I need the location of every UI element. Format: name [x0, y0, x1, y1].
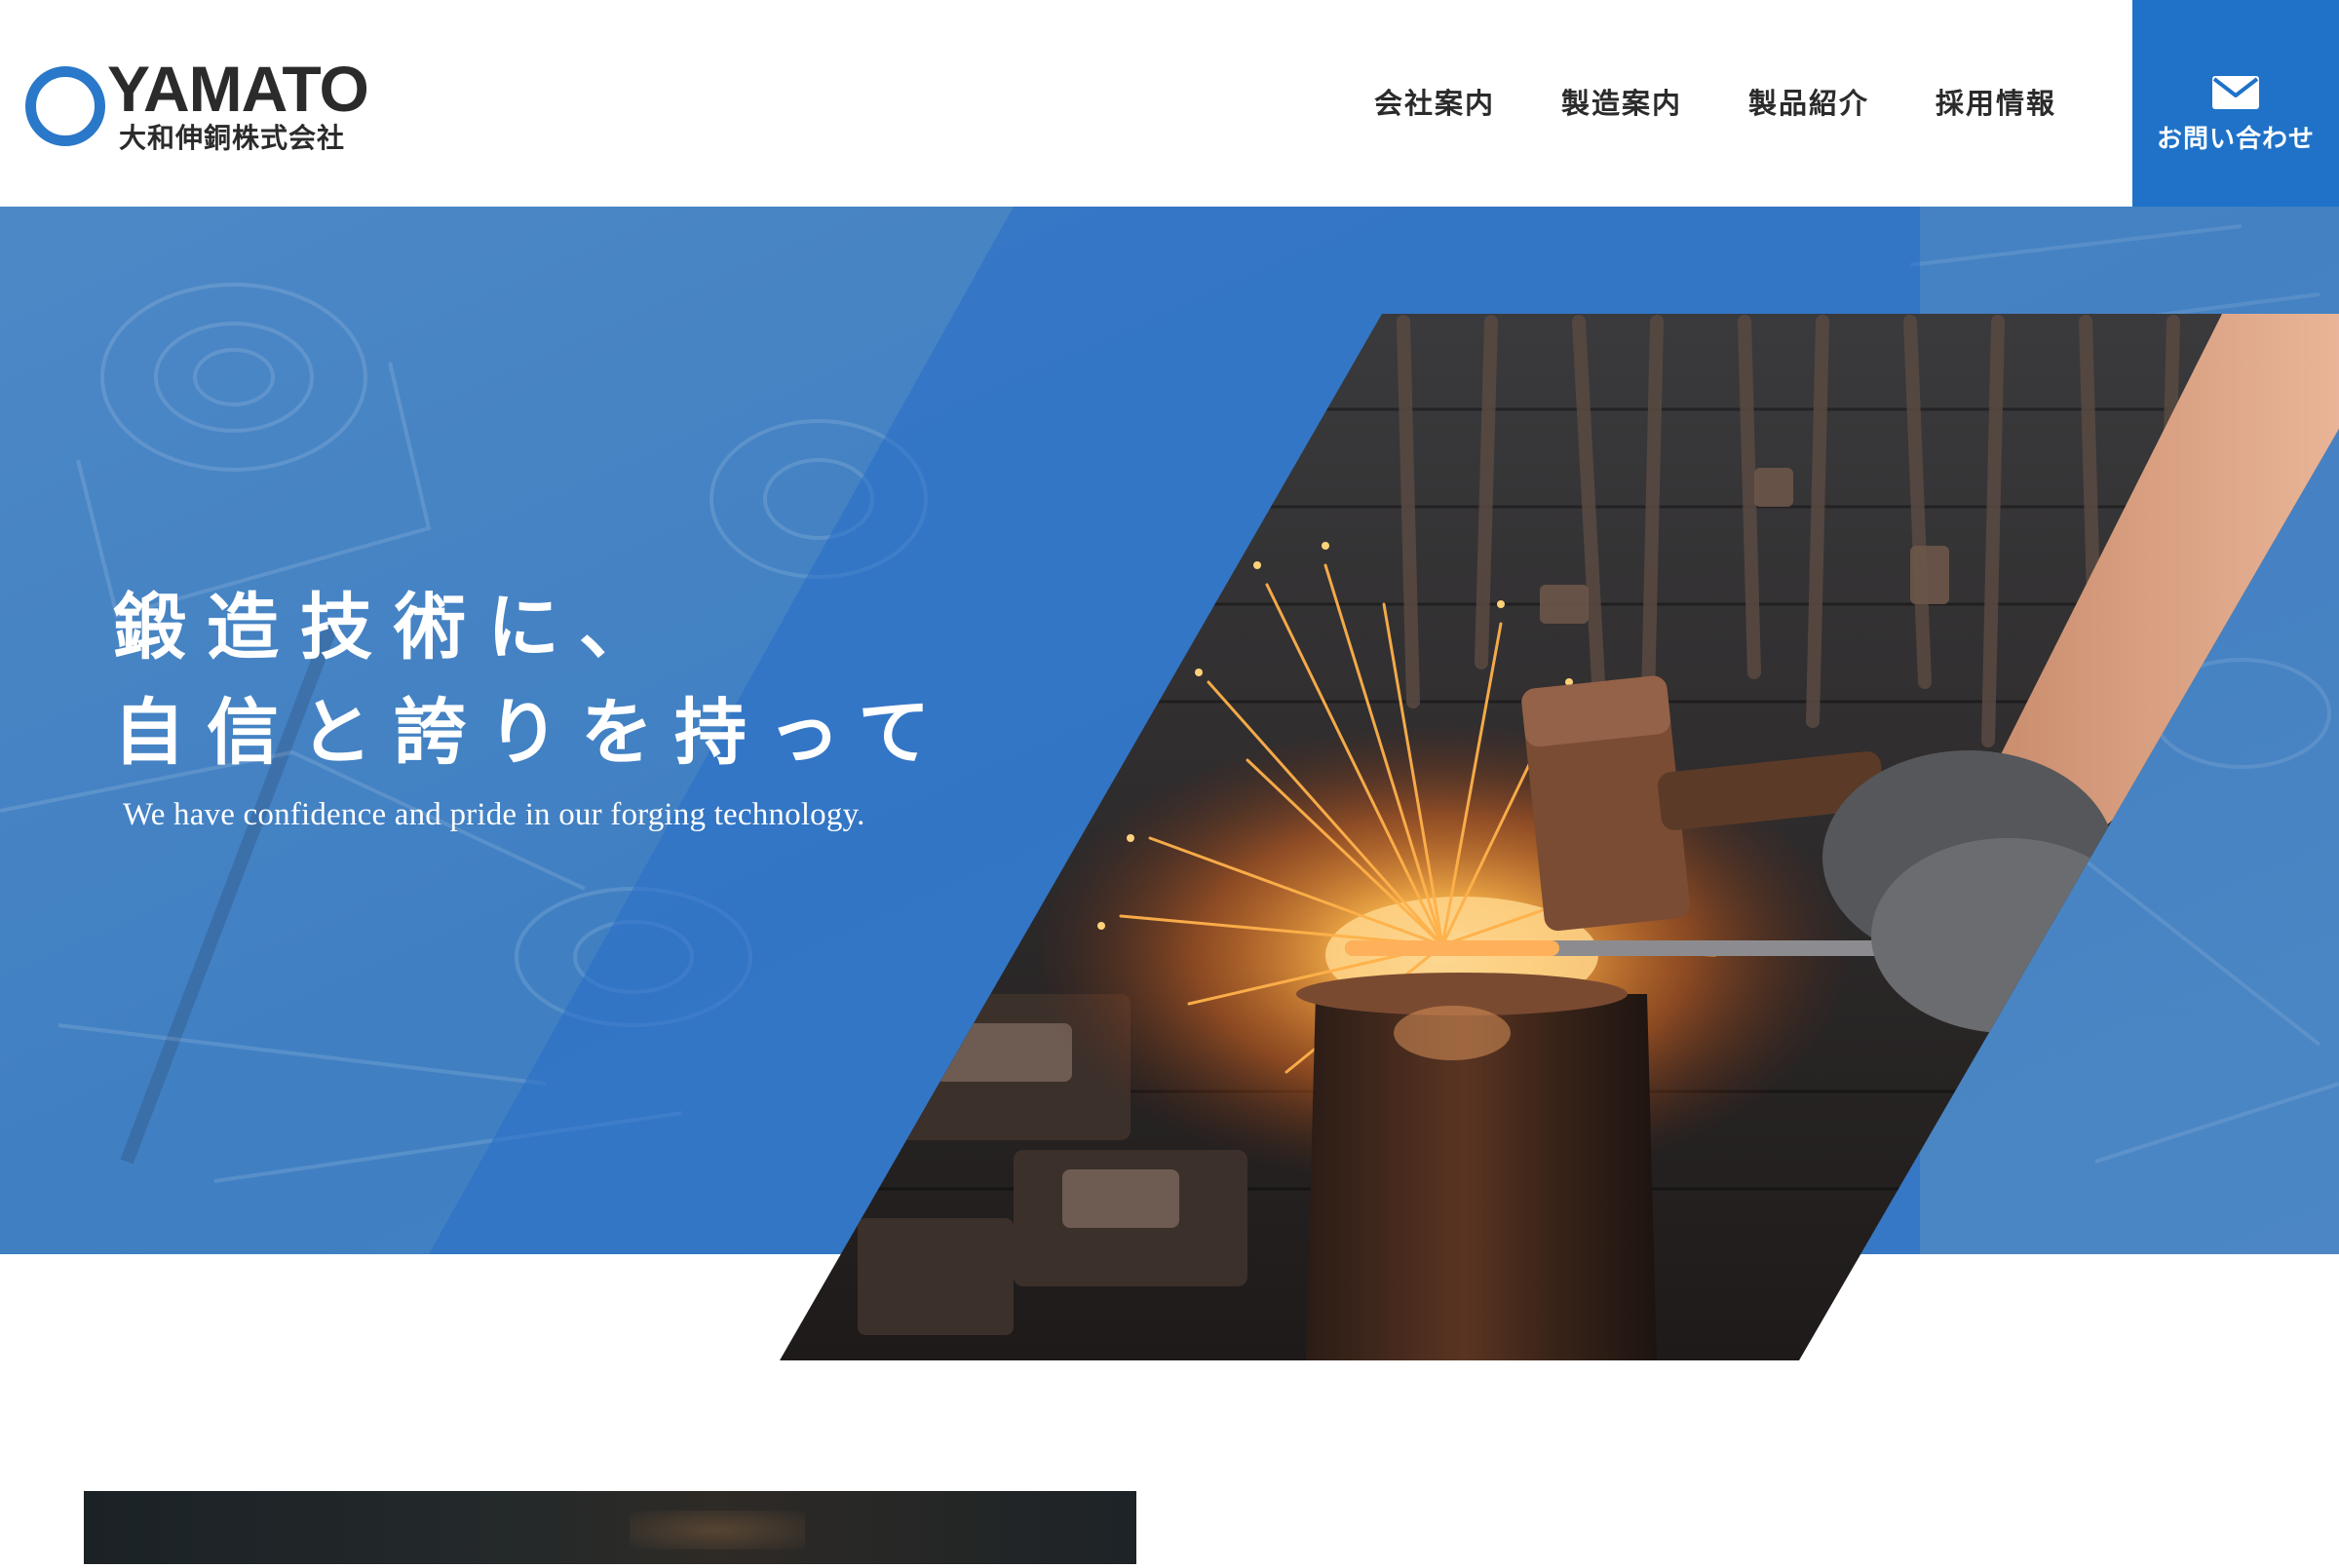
hero-copy: 鍛造技術に、 自信と誇りを持って We have confidence and … — [113, 575, 951, 833]
contact-button[interactable]: お問い合わせ — [2132, 0, 2339, 207]
nav-item-products[interactable]: 製品紹介 — [1748, 90, 1869, 118]
logo-name-ja: 大和伸銅株式会社 — [119, 122, 346, 154]
hero-headline-line2: 自信と誇りを持って — [113, 691, 952, 775]
hero-section: 鍛造技術に、 自信と誇りを持って We have confidence and … — [0, 207, 2339, 1254]
nav-item-company[interactable]: 会社案内 — [1374, 90, 1495, 118]
global-nav: 会社案内 製造案内 製品紹介 採用情報 — [1308, 90, 2056, 118]
feature-image-glow — [630, 1511, 805, 1549]
nav-item-recruit[interactable]: 採用情報 — [1936, 90, 2056, 118]
hero-subtitle: We have confidence and pride in our forg… — [123, 797, 865, 832]
section-feature-image — [84, 1491, 1136, 1564]
hero-headline-line1: 鍛造技術に、 — [113, 586, 672, 669]
logo-name-en: YAMATO — [107, 53, 369, 125]
logo-ring-icon — [25, 66, 105, 146]
nav-item-manufacturing[interactable]: 製造案内 — [1561, 90, 1682, 118]
contact-label: お問い合わせ — [2156, 125, 2315, 154]
mail-icon — [2212, 76, 2259, 109]
site-header: YAMATO 大和伸銅株式会社 会社案内 製造案内 製品紹介 採用情報 お問い合… — [0, 0, 2339, 207]
logo-home-link[interactable]: YAMATO 大和伸銅株式会社 — [21, 53, 392, 158]
